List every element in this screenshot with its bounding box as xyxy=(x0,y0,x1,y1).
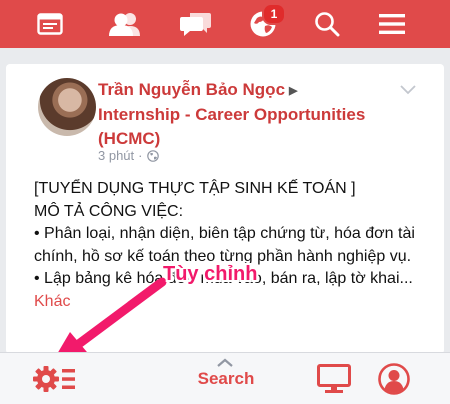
gear-list-icon xyxy=(33,365,75,392)
customize-settings-button[interactable] xyxy=(28,353,80,404)
author-name[interactable]: Trần Nguyễn Bảo Ngọc xyxy=(98,80,285,99)
post-card: Trần Nguyễn Bảo Ngọc ▶ Internship - Caree… xyxy=(6,64,444,354)
search-label: Search xyxy=(197,368,255,388)
top-nav-bar: 1 xyxy=(0,0,450,48)
bottom-toolbar: Search xyxy=(0,352,450,404)
friends-icon[interactable] xyxy=(103,0,147,48)
public-globe-icon xyxy=(146,149,159,162)
post-body: [TUYỂN DỤNG THỰC TẬP SINH KẾ TOÁN ] MÔ T… xyxy=(34,178,430,313)
annotation-label: Tùy chỉnh xyxy=(163,263,258,285)
news-feed-icon[interactable] xyxy=(30,0,70,48)
chevron-down-icon[interactable] xyxy=(400,82,416,100)
author-avatar[interactable] xyxy=(38,78,96,136)
profile-icon xyxy=(378,362,410,395)
right-triangle-icon: ▶ xyxy=(289,84,298,97)
desktop-view-button[interactable] xyxy=(314,353,354,404)
search-button[interactable]: Search xyxy=(186,353,266,404)
post-meta: 3 phút · xyxy=(98,148,159,163)
messages-icon[interactable] xyxy=(174,0,218,48)
see-more-link[interactable]: Khác xyxy=(34,293,70,310)
monitor-icon xyxy=(317,363,351,393)
post-line: MÔ TẢ CÔNG VIỆC: xyxy=(34,202,184,220)
post-time[interactable]: 3 phút xyxy=(98,148,134,163)
menu-icon[interactable] xyxy=(372,0,412,48)
post-line: [TUYỂN DỤNG THỰC TẬP SINH KẾ TOÁN ] xyxy=(34,180,356,197)
post-line: • Phân loại, nhận diện, biên tập chứng t… xyxy=(34,225,415,265)
notification-badge: 1 xyxy=(262,3,286,25)
search-icon[interactable] xyxy=(307,0,347,48)
profile-button[interactable] xyxy=(374,353,414,404)
post-header: Trần Nguyễn Bảo Ngọc ▶ Internship - Caree… xyxy=(98,78,398,151)
group-name[interactable]: Internship - Career Opportunities (HCMC) xyxy=(98,105,365,148)
dot-separator: · xyxy=(138,148,143,163)
